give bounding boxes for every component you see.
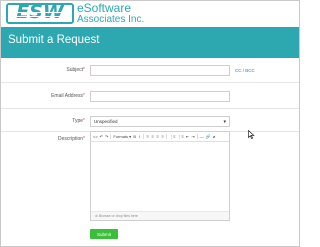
description-label: Description*	[58, 136, 85, 142]
required-mark: *	[83, 93, 85, 99]
cc-bcc-link[interactable]: CC / BCC	[235, 68, 255, 73]
type-select[interactable]: Unspecified ▾	[90, 116, 230, 127]
type-label-text: Type	[72, 118, 84, 124]
subject-label-text: Subject	[66, 67, 84, 73]
outdent-icon[interactable]: ⇤	[186, 134, 189, 139]
brand-text: eSoftware Associates Inc.	[77, 2, 144, 25]
toolbar-separator	[166, 134, 168, 139]
type-label: Type*	[72, 118, 85, 124]
attach-text: Browse or drop files here	[98, 214, 138, 218]
required-mark: *	[83, 136, 85, 142]
align-center-icon[interactable]: ≡	[151, 134, 154, 139]
required-mark: *	[83, 67, 85, 73]
redo-icon[interactable]: ↷	[105, 134, 108, 139]
email-label: Email Address*	[51, 93, 85, 99]
type-selected-value: Unspecified	[94, 119, 118, 124]
esw-logo: ESW	[6, 1, 74, 24]
horizontal-rule-icon[interactable]: —	[200, 134, 204, 139]
subject-label: Subject*	[66, 67, 85, 73]
email-label-text: Email Address	[51, 93, 84, 99]
description-label-text: Description	[58, 136, 84, 142]
align-justify-icon[interactable]: ≡	[161, 134, 164, 139]
toolbar-separator	[196, 134, 198, 139]
bullet-list-icon[interactable]: ⋮≡	[169, 134, 175, 139]
request-page: ESW eSoftware Associates Inc. Submit a R…	[0, 0, 300, 247]
bold-icon[interactable]: B	[133, 134, 136, 139]
brand-name: eSoftware	[77, 1, 132, 15]
brand: ESW eSoftware Associates Inc.	[6, 1, 144, 27]
toolbar-separator	[143, 134, 145, 139]
subject-input[interactable]	[90, 65, 230, 76]
submit-button[interactable]: Submit	[90, 229, 118, 239]
source-code-icon[interactable]: <>	[93, 134, 98, 139]
align-right-icon[interactable]: ≡	[156, 134, 159, 139]
numbered-list-icon[interactable]: ⋮≡	[178, 134, 184, 139]
italic-icon[interactable]: I	[138, 134, 141, 139]
page-title: Submit a Request	[8, 34, 100, 46]
required-mark: *	[83, 118, 85, 124]
brand-subtitle: Associates Inc.	[77, 14, 145, 25]
align-left-icon[interactable]: ≡	[146, 134, 149, 139]
mouse-cursor-icon	[248, 130, 255, 139]
link-icon[interactable]: 🔗	[206, 134, 211, 139]
editor-toolbar: <> ↶ ↷ Formats ▾ B I ≡ ≡ ≡ ≡ ⋮≡ ⋮≡ ⇤ ⇥ — 🔗 ⌀	[91, 132, 229, 142]
formats-dropdown[interactable]: Formats ▾	[113, 134, 131, 139]
divider	[1, 108, 299, 109]
header-bar: Submit a Request	[1, 27, 299, 58]
unlink-icon[interactable]: ⌀	[213, 134, 216, 139]
divider	[1, 82, 299, 83]
attach-files-link[interactable]: ⊘ Browse or drop files here	[95, 214, 138, 218]
toolbar-separator	[110, 134, 112, 139]
undo-icon[interactable]: ↶	[100, 134, 103, 139]
indent-icon[interactable]: ⇥	[191, 134, 194, 139]
chevron-down-icon: ▾	[223, 119, 226, 125]
email-field[interactable]	[90, 91, 230, 102]
description-editor[interactable]: <> ↶ ↷ Formats ▾ B I ≡ ≡ ≡ ≡ ⋮≡ ⋮≡ ⇤ ⇥ — 🔗 ⌀ ⊘ Browse or…	[90, 131, 230, 221]
attachments-dropzone[interactable]: ⊘ Browse or drop files here	[91, 211, 229, 220]
